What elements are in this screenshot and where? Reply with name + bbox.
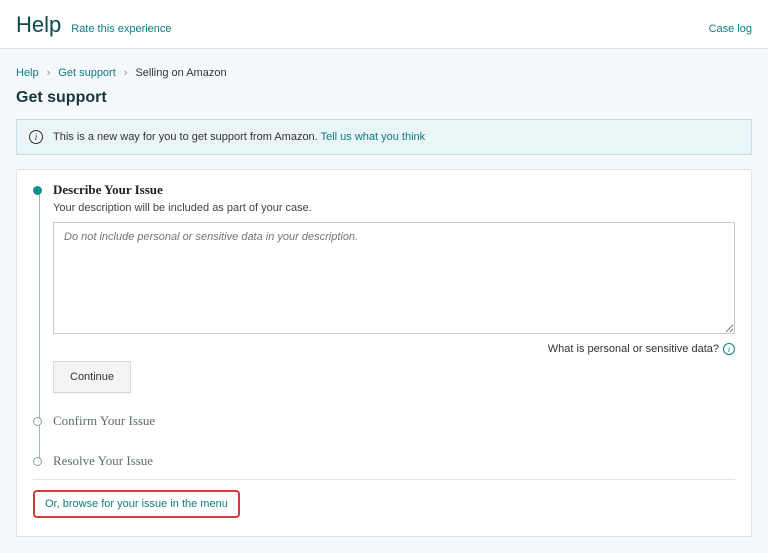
continue-button[interactable]: Continue [53, 361, 131, 393]
support-card: Describe Your Issue Your description wil… [16, 169, 752, 537]
breadcrumb: Help › Get support › Selling on Amazon [16, 59, 752, 89]
step-resolve-title: Resolve Your Issue [53, 453, 735, 469]
browse-menu-link[interactable]: Or, browse for your issue in the menu [33, 490, 240, 518]
help-heading: Help [16, 12, 61, 38]
info-banner-msg: This is a new way for you to get support… [53, 131, 318, 143]
page-title: Get support [16, 89, 752, 107]
step-resolve: Resolve Your Issue [53, 453, 735, 469]
step-describe: Describe Your Issue Your description wil… [53, 182, 735, 393]
tell-us-link[interactable]: Tell us what you think [321, 131, 426, 143]
step-dot-icon [33, 417, 42, 426]
step-dot-icon [33, 457, 42, 466]
page-body: Help › Get support › Selling on Amazon G… [0, 49, 768, 553]
step-dot-icon [33, 186, 42, 195]
breadcrumb-current: Selling on Amazon [135, 67, 226, 79]
info-banner-text: This is a new way for you to get support… [53, 131, 425, 143]
issue-description-input[interactable] [53, 222, 735, 334]
breadcrumb-get-support[interactable]: Get support [58, 67, 115, 79]
info-icon: i [29, 130, 43, 144]
step-describe-title: Describe Your Issue [53, 182, 735, 198]
stepper: Describe Your Issue Your description wil… [33, 182, 735, 469]
breadcrumb-help[interactable]: Help [16, 67, 39, 79]
step-confirm-title: Confirm Your Issue [53, 413, 735, 429]
topbar: Help Rate this experience Case log [0, 0, 768, 49]
sensitive-data-help-text: What is personal or sensitive data? [548, 343, 719, 355]
chevron-right-icon: › [47, 67, 51, 79]
step-confirm: Confirm Your Issue [53, 413, 735, 429]
rate-experience-link[interactable]: Rate this experience [71, 23, 171, 35]
step-describe-subtitle: Your description will be included as par… [53, 202, 735, 214]
info-banner: i This is a new way for you to get suppo… [16, 119, 752, 155]
sensitive-data-help[interactable]: What is personal or sensitive data? i [53, 343, 735, 355]
browse-row: Or, browse for your issue in the menu [33, 479, 735, 518]
topbar-left: Help Rate this experience [16, 12, 172, 38]
info-icon: i [723, 343, 735, 355]
chevron-right-icon: › [124, 67, 128, 79]
case-log-link[interactable]: Case log [709, 23, 752, 35]
